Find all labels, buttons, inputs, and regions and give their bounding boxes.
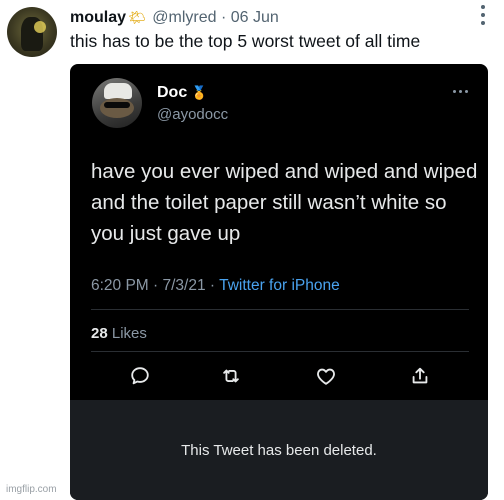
separator-dot: · (220, 9, 227, 26)
likes-label: Likes (111, 325, 147, 342)
likes-count[interactable]: 28 Likes (91, 325, 147, 342)
display-name[interactable]: moulay (70, 9, 126, 26)
share-icon[interactable] (409, 365, 431, 387)
quoted-time: 6:20 PM · 7/3/21 · (91, 277, 216, 294)
tweet-text: this has to be the top 5 worst tweet of … (70, 31, 421, 51)
divider (91, 309, 469, 310)
quoted-tweet-meta: 6:20 PM · 7/3/21 · Twitter for iPhone (91, 277, 340, 295)
tweet-date[interactable]: 06 Jun (231, 9, 279, 26)
quoted-handle[interactable]: @ayodocc (157, 106, 228, 123)
quoted-more-icon[interactable] (453, 90, 468, 93)
quoted-avatar[interactable] (92, 78, 142, 128)
avatar-cap (104, 83, 132, 99)
likes-number: 28 (91, 325, 108, 342)
watermark: imgflip.com (6, 484, 57, 495)
retweet-icon[interactable] (220, 365, 242, 387)
avatar[interactable] (7, 7, 57, 57)
outer-tweet: moulay 🌤 @mlyred · 06 Jun this has to be … (0, 0, 504, 500)
quoted-source-link[interactable]: Twitter for iPhone (219, 277, 340, 294)
tweet-header: moulay 🌤 @mlyred · 06 Jun (70, 6, 279, 28)
quoted-name-label: Doc (157, 84, 188, 101)
avatar-sunglasses (104, 102, 130, 108)
medal-icon: 🏅 (191, 84, 208, 100)
avatar-glow (34, 21, 46, 33)
quoted-tweet-text: have you ever wiped and wiped and wiped … (91, 160, 478, 245)
quoted-tweet-image[interactable]: Doc 🏅 @ayodocc have you ever wiped and wi… (70, 64, 488, 500)
more-icon[interactable] (476, 4, 490, 26)
divider (91, 351, 469, 352)
deleted-notice-text: This Tweet has been deleted. (181, 441, 377, 459)
action-bar (70, 360, 488, 390)
reply-icon[interactable] (129, 365, 151, 387)
avatar-face (100, 98, 134, 118)
quoted-display-name[interactable]: Doc 🏅 (157, 84, 207, 102)
user-handle[interactable]: @mlyred (152, 9, 216, 26)
deleted-tweet-notice: This Tweet has been deleted. (70, 400, 488, 500)
like-icon[interactable] (315, 365, 337, 387)
sun-cloud-emoji-icon: 🌤 (128, 9, 146, 25)
